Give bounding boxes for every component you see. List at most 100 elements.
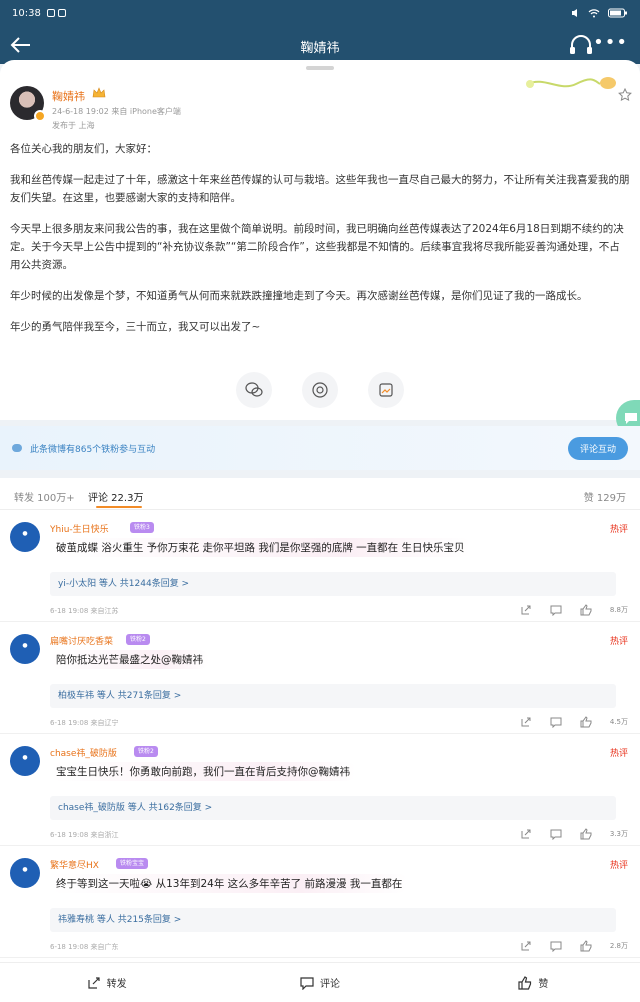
comment-actions: 8.8万 (520, 604, 628, 616)
fans-banner-text: 此条微博有865个铁粉参与互动 (30, 444, 156, 455)
comment-text: 终于等到这一天啦😭 从13年到24年 这么多年辛苦了 前路漫漫 我一直都在 (50, 874, 409, 893)
like-icon[interactable] (580, 716, 592, 728)
post-card: 鞠婧祎 24-6-18 19:02 来自 iPhone客户端 发布于 上海 各位… (0, 60, 640, 436)
fan-level-badge: 铁粉2 (126, 634, 150, 645)
tab-comments[interactable]: 评论 22.3万 (88, 489, 143, 504)
comment-icon[interactable] (550, 828, 562, 840)
share-moments-button[interactable] (302, 372, 338, 408)
share-icon[interactable] (520, 716, 532, 728)
hot-comment-tag: 热评 (609, 637, 628, 647)
crown-icon (92, 87, 106, 98)
fan-level-badge: 铁粉宝宝 (116, 858, 149, 869)
comment-actions: 4.5万 (520, 716, 628, 728)
moments-icon (312, 382, 328, 398)
comment-item: ● 繁华意尽HX 铁粉宝宝 热评 终于等到这一天啦😭 从13年到24年 这么多年… (0, 846, 640, 958)
hot-comment-tag: 热评 (609, 525, 628, 535)
comment-icon[interactable] (550, 716, 562, 728)
fans-banner: 此条微博有865个铁粉参与互动 评论互动 (0, 426, 640, 470)
fan-level-badge: 铁粉2 (134, 746, 158, 757)
commenter-name[interactable]: Yhiu-生日快乐 (50, 522, 109, 535)
comment-text: 破茧成蝶 浴火重生 予你万束花 走你平坦路 我们是你坚强的底牌 一直都在 生日快… (50, 538, 471, 557)
post-paragraph: 年少时候的出发像是个梦，不知道勇气从何而来就跌跌撞撞地走到了今天。再次感谢丝芭传… (10, 290, 588, 302)
comment-item: ● chase祎_破防版 铁粉2 热评 宝宝生日快乐！你勇敢向前跑，我们一直在背… (0, 734, 640, 846)
post-paragraph: 今天早上很多朋友来问我公告的事，我在这里做个简单说明。前段时间，我已明确向丝芭传… (10, 223, 624, 271)
drag-handle[interactable] (306, 66, 334, 70)
share-icon[interactable] (520, 940, 532, 952)
bottom-action-bar: 转发 评论 赞 (0, 962, 640, 1002)
replies-link[interactable]: 柏极车祎 等人 共271条回复 > (50, 684, 616, 708)
comment-time: 6-18 19:08 来自辽宁 (50, 719, 119, 727)
status-indicators (570, 8, 628, 18)
like-icon[interactable] (580, 604, 592, 616)
more-icon[interactable]: ••• (593, 32, 628, 53)
commenter-avatar[interactable]: ● (10, 746, 40, 776)
verified-badge-icon (34, 110, 46, 122)
card-decoration-icon (526, 77, 616, 89)
comment-actions: 2.8万 (520, 940, 628, 952)
image-share-icon (379, 383, 393, 397)
chat-bubble-icon (625, 413, 637, 424)
comment-item: ● 扁嘴讨厌吃香菜 铁粉2 热评 陪你抵达光芒最盛之处@鞠婧祎 柏极车祎 等人 … (0, 622, 640, 734)
post-paragraph: 年少的勇气陪伴我至今，三十而立，我又可以出发了~ (10, 321, 261, 333)
replies-link[interactable]: yi-小太阳 等人 共1244条回复 > (50, 572, 616, 596)
status-time: 10:38 (12, 7, 41, 19)
top-nav: 鞠婧祎 ••• (0, 26, 640, 64)
share-icon[interactable] (520, 828, 532, 840)
commenter-avatar[interactable]: ● (10, 858, 40, 888)
comment-list: ● Yhiu-生日快乐 铁粉3 热评 破茧成蝶 浴火重生 予你万束花 走你平坦路… (0, 510, 640, 962)
commenter-name[interactable]: 扁嘴讨厌吃香菜 (50, 634, 113, 647)
commenter-name[interactable]: chase祎_破防版 (50, 746, 117, 759)
status-bar: 10:38 (0, 0, 640, 26)
post-paragraph: 我和丝芭传媒一起走过了十年，感激这十年来丝芭传媒的认可与栽培。这些年我也一直尽自… (10, 174, 630, 204)
active-tab-indicator (96, 506, 142, 508)
comment-actions: 3.3万 (520, 828, 628, 840)
fans-icon (12, 444, 22, 452)
share-icon[interactable] (520, 604, 532, 616)
commenter-name[interactable]: 繁华意尽HX (50, 858, 99, 871)
replies-link[interactable]: 祎雅寿桃 等人 共215条回复 > (50, 908, 616, 932)
like-count: 4.5万 (609, 718, 628, 726)
share-image-button[interactable] (368, 372, 404, 408)
back-arrow-icon[interactable] (10, 34, 32, 56)
listen-icon[interactable] (568, 33, 594, 57)
repost-icon (88, 976, 100, 989)
comment-icon[interactable] (550, 604, 562, 616)
comment-item: ● Yhiu-生日快乐 铁粉3 热评 破茧成蝶 浴火重生 予你万束花 走你平坦路… (0, 510, 640, 622)
like-label: 赞 (538, 979, 549, 990)
comment-time: 6-18 19:08 来自江苏 (50, 607, 119, 615)
tab-likes[interactable]: 赞 129万 (584, 489, 626, 504)
comment-time: 6-18 19:08 来自广东 (50, 943, 119, 951)
comment-button[interactable]: 评论 (213, 975, 426, 990)
silent-icon (572, 9, 577, 17)
replies-link[interactable]: chase祎_破防版 等人 共162条回复 > (50, 796, 616, 820)
post-body: 各位关心我的朋友们，大家好： 我和丝芭传媒一起走过了十年，感激这十年来丝芭传媒的… (10, 140, 630, 349)
comment-label: 评论 (319, 979, 340, 990)
comment-text: 宝宝生日快乐！你勇敢向前跑，我们一直在背后支持你@鞠婧祎 (50, 762, 356, 781)
commenter-avatar[interactable]: ● (10, 522, 40, 552)
favorite-star-icon[interactable] (618, 88, 632, 102)
like-icon[interactable] (580, 940, 592, 952)
post-author[interactable]: 鞠婧祎 (52, 88, 85, 104)
comment-text: 陪你抵达光芒最盛之处@鞠婧祎 (50, 650, 209, 669)
battery-icon (608, 8, 627, 18)
share-wechat-button[interactable] (236, 372, 272, 408)
like-count: 2.8万 (609, 942, 628, 950)
wechat-icon (245, 382, 263, 397)
comment-icon[interactable] (550, 940, 562, 952)
like-icon[interactable] (580, 828, 592, 840)
comment-time: 6-18 19:08 来自浙江 (50, 831, 119, 839)
notification-icon (57, 9, 66, 17)
page-title: 鞠婧祎 (300, 41, 340, 56)
post-meta: 24-6-18 19:02 来自 iPhone客户端 (52, 107, 181, 116)
share-buttons (0, 372, 640, 408)
hot-comment-tag: 热评 (609, 861, 628, 871)
like-count: 8.8万 (609, 606, 628, 614)
post-tabs: 转发 100万+ 评论 22.3万 赞 129万 (0, 478, 640, 510)
fan-level-badge: 铁粉3 (130, 522, 154, 533)
like-button[interactable]: 赞 (427, 975, 640, 990)
tab-repost[interactable]: 转发 100万+ (14, 489, 75, 504)
like-icon (518, 975, 532, 990)
fans-interact-button[interactable]: 评论互动 (567, 436, 628, 460)
commenter-avatar[interactable]: ● (10, 634, 40, 664)
repost-button[interactable]: 转发 (0, 975, 213, 990)
